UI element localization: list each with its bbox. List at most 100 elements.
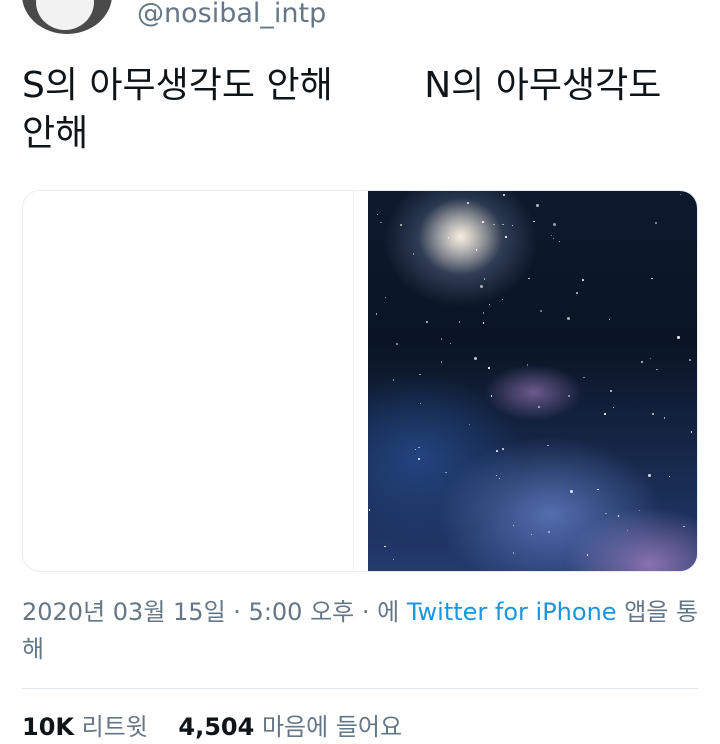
star-dot xyxy=(426,321,428,323)
star-dot xyxy=(490,395,493,397)
star-dot xyxy=(652,413,654,415)
star-dot xyxy=(608,318,611,321)
star-dot xyxy=(683,525,685,528)
star-dot xyxy=(512,524,515,527)
star-dot xyxy=(419,402,421,405)
star-dot xyxy=(582,279,584,281)
media-container[interactable] xyxy=(22,190,698,572)
star-dot xyxy=(597,488,599,491)
star-dot xyxy=(400,224,402,226)
retweets-stat[interactable]: 10K 리트윗 xyxy=(22,713,148,741)
star-dot xyxy=(493,223,495,226)
star-dot xyxy=(475,249,478,251)
star-dot xyxy=(496,450,498,452)
star-dot xyxy=(612,406,615,408)
star-dot xyxy=(668,475,671,478)
star-dot xyxy=(552,237,555,240)
star-dot xyxy=(641,361,643,363)
star-dot xyxy=(526,364,529,366)
star-dot xyxy=(604,413,606,415)
tweet-stats: 10K 리트윗 4,504 마음에 들어요 xyxy=(22,711,402,743)
star-dot xyxy=(368,509,371,511)
star-dot xyxy=(583,376,585,379)
star-dot xyxy=(482,221,484,223)
star-dot xyxy=(392,558,395,561)
star-dot xyxy=(605,512,607,515)
star-dot xyxy=(648,473,652,477)
media-divider xyxy=(353,191,369,571)
star-dot xyxy=(503,194,505,196)
star-dot xyxy=(535,204,539,208)
star-dot xyxy=(511,224,514,227)
star-dot xyxy=(498,477,501,480)
avatar[interactable] xyxy=(22,0,112,34)
star-dot xyxy=(550,234,553,237)
star-dot xyxy=(380,221,382,224)
star-dot xyxy=(533,220,535,223)
likes-label: 마음에 들어요 xyxy=(261,713,403,741)
star-dot xyxy=(376,213,379,216)
meta-separator: · xyxy=(225,598,249,626)
star-dot xyxy=(655,222,657,224)
star-dot xyxy=(384,296,387,299)
author-handle[interactable]: @nosibal_intp xyxy=(137,0,326,30)
star-dot xyxy=(558,240,561,243)
tweet-text: S의 아무생각도 안해 N의 아무생각도 안해 xyxy=(22,65,673,154)
star-dot xyxy=(375,313,378,315)
star-dot xyxy=(548,531,550,533)
star-dot xyxy=(418,446,420,449)
tweet-meta: 2020년 03월 15일 · 5:00 오후 · 에 Twitter for … xyxy=(22,594,702,668)
star-dot xyxy=(690,431,693,433)
media-image-galaxy[interactable] xyxy=(368,191,697,571)
star-dot xyxy=(414,448,417,451)
star-dot xyxy=(649,357,652,360)
star-dot xyxy=(547,444,549,447)
star-dot xyxy=(538,406,540,408)
tweet-date: 2020년 03월 15일 xyxy=(22,598,226,626)
star-dot xyxy=(677,335,681,339)
star-dot xyxy=(576,292,578,294)
star-dot xyxy=(458,321,461,323)
star-dot xyxy=(679,193,682,196)
media-image-blank[interactable] xyxy=(23,191,353,571)
star-dot xyxy=(412,253,415,255)
star-dot xyxy=(610,390,612,392)
star-dot xyxy=(568,395,570,397)
star-dot xyxy=(566,317,570,321)
star-dot xyxy=(553,223,557,227)
meta-separator: · xyxy=(354,598,378,626)
star-dot xyxy=(482,322,485,324)
star-dot xyxy=(480,284,484,288)
avatar-face xyxy=(36,0,94,30)
star-dot xyxy=(392,379,395,381)
star-dot xyxy=(656,368,658,371)
star-dot xyxy=(501,298,504,301)
divider-line xyxy=(22,688,698,689)
star-dot xyxy=(617,515,620,517)
star-dot xyxy=(419,373,421,376)
star-dot xyxy=(638,509,641,512)
star-dot xyxy=(530,533,533,536)
star-dot xyxy=(445,471,447,474)
star-dot xyxy=(440,361,443,363)
star-dot xyxy=(689,359,691,361)
via-prefix: 에 xyxy=(377,598,407,626)
star-dot xyxy=(502,223,504,226)
star-dot xyxy=(505,236,507,238)
star-dot xyxy=(502,448,504,450)
star-dot xyxy=(540,310,542,312)
star-dot xyxy=(440,338,443,340)
source-link[interactable]: Twitter for iPhone xyxy=(407,598,617,626)
star-dot xyxy=(468,423,471,426)
star-dot xyxy=(586,554,589,556)
star-dot xyxy=(488,367,490,369)
likes-stat[interactable]: 4,504 마음에 들어요 xyxy=(178,713,402,741)
star-dot xyxy=(512,552,515,554)
star-dot xyxy=(483,278,486,280)
star-dot xyxy=(569,489,573,493)
star-dot xyxy=(396,343,398,345)
star-dot xyxy=(663,417,666,419)
star-dot xyxy=(651,277,653,280)
star-dot xyxy=(447,237,450,239)
star-dot xyxy=(384,545,386,548)
